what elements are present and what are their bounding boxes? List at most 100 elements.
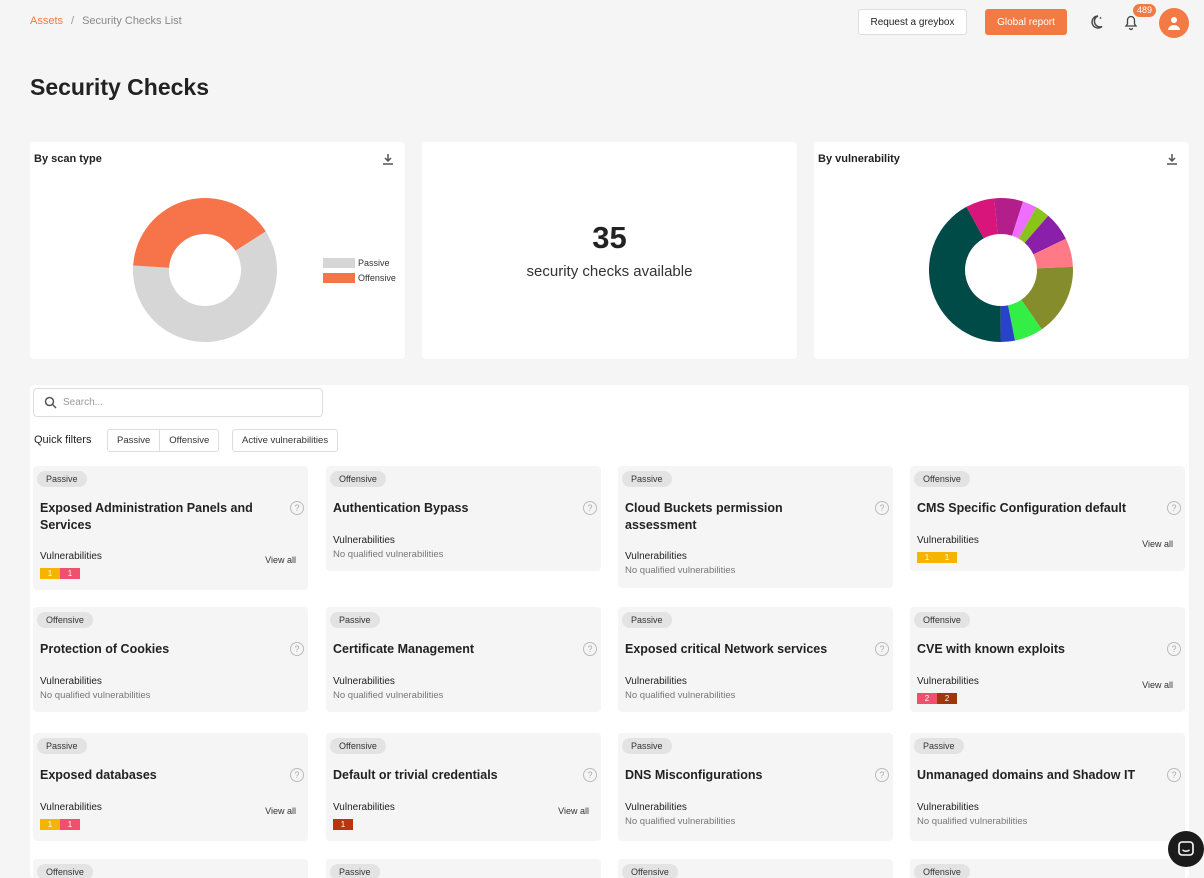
security-check-card[interactable]: Offensive CMS Specific Configuration defa… [910, 466, 1185, 571]
vulnerabilities-label: Vulnerabilities [917, 802, 979, 813]
quick-filters-group: Passive Offensive [107, 429, 220, 452]
card-title: Certificate Management [333, 642, 475, 656]
help-icon[interactable]: ? [290, 642, 304, 656]
scan-type-panel: By scan type Passive Offensive [30, 142, 405, 359]
security-check-card[interactable]: Offensive [33, 859, 308, 878]
checks-count-number: 35 [592, 220, 627, 255]
download-icon[interactable] [1165, 152, 1179, 166]
security-check-card[interactable]: Offensive Protection of Cookies? Vulnerabi… [33, 607, 308, 712]
search-box[interactable] [33, 388, 323, 417]
moon-icon[interactable] [1088, 13, 1104, 31]
security-check-card[interactable]: Passive Unmanaged domains and Shadow IT? V… [910, 733, 1185, 841]
no-qualified-vulnerabilities: No qualified vulnerabilities [333, 549, 444, 560]
security-check-card[interactable]: Offensive CVE with known exploits? Vulnera… [910, 607, 1185, 712]
scan-type-tag: Passive [622, 471, 672, 487]
vulnerability-donut-chart [929, 198, 1073, 342]
severity-badge: 2 [917, 693, 937, 704]
scan-type-tag: Passive [622, 738, 672, 754]
page-title: Security Checks [30, 74, 209, 100]
vulnerability-title: By vulnerability [818, 153, 900, 165]
vulnerability-badges: 11 [40, 568, 80, 579]
severity-badge: 1 [60, 568, 80, 579]
filter-active-vulnerabilities-button[interactable]: Active vulnerabilities [232, 429, 339, 452]
vulnerabilities-label: Vulnerabilities [40, 551, 102, 562]
security-check-card[interactable]: Offensive [910, 859, 1185, 878]
security-check-card[interactable]: Offensive [618, 859, 893, 878]
global-report-button[interactable]: Global report [985, 9, 1067, 35]
user-icon [1168, 17, 1180, 30]
scan-type-tag: Offensive [622, 864, 678, 878]
scan-type-title: By scan type [34, 153, 102, 165]
severity-badge: 1 [917, 552, 937, 563]
help-icon[interactable]: ? [583, 642, 597, 656]
view-all-link[interactable]: View all [265, 806, 296, 816]
security-check-card[interactable]: Passive Certificate Management? Vulnerabil… [326, 607, 601, 712]
avatar[interactable] [1159, 8, 1189, 38]
help-icon[interactable]: ? [583, 768, 597, 782]
vulnerability-badges: 11 [917, 552, 957, 563]
chat-button[interactable] [1168, 831, 1204, 867]
security-check-card[interactable]: Passive Exposed Administration Panels and… [33, 466, 308, 590]
search-input[interactable] [63, 397, 283, 408]
help-icon[interactable]: ? [290, 501, 304, 515]
security-check-card[interactable]: Offensive Default or trivial credentials?… [326, 733, 601, 841]
vulnerabilities-label: Vulnerabilities [917, 676, 979, 687]
help-icon[interactable]: ? [290, 768, 304, 782]
no-qualified-vulnerabilities: No qualified vulnerabilities [625, 565, 736, 576]
scan-type-legend: Passive Offensive [323, 255, 396, 285]
vulnerability-badges: 11 [40, 819, 80, 830]
breadcrumb: Assets / Security Checks List [30, 15, 182, 27]
vulnerability-badges: 22 [917, 693, 957, 704]
breadcrumb-current: Security Checks List [82, 15, 182, 27]
scan-type-tag: Passive [914, 738, 964, 754]
security-check-card[interactable]: Passive [326, 859, 601, 878]
download-icon[interactable] [381, 152, 395, 166]
no-qualified-vulnerabilities: No qualified vulnerabilities [917, 816, 1028, 827]
help-icon[interactable]: ? [875, 768, 889, 782]
security-check-card[interactable]: Passive Cloud Buckets permission assessme… [618, 466, 893, 588]
card-title: CMS Specific Configuration default [917, 501, 1127, 515]
scan-type-tag: Offensive [914, 864, 970, 878]
card-title: CVE with known exploits [917, 642, 1065, 656]
vulnerabilities-label: Vulnerabilities [333, 802, 395, 813]
scan-type-tag: Offensive [330, 471, 386, 487]
view-all-link[interactable]: View all [1142, 539, 1173, 549]
severity-badge: 1 [40, 568, 60, 579]
scan-type-tag: Offensive [914, 471, 970, 487]
vulnerabilities-label: Vulnerabilities [917, 535, 979, 546]
severity-badge: 1 [60, 819, 80, 830]
vulnerability-panel: By vulnerability [814, 142, 1189, 359]
chat-icon [1178, 841, 1194, 856]
view-all-link[interactable]: View all [1142, 680, 1173, 690]
security-check-card[interactable]: Offensive Authentication Bypass? Vulnerabi… [326, 466, 601, 571]
help-icon[interactable]: ? [875, 501, 889, 515]
filter-offensive-button[interactable]: Offensive [159, 430, 218, 451]
quick-filters-label: Quick filters [34, 434, 92, 446]
security-check-card[interactable]: Passive DNS Misconfigurations? Vulnerabili… [618, 733, 893, 841]
help-icon[interactable]: ? [875, 642, 889, 656]
view-all-link[interactable]: View all [558, 806, 589, 816]
request-greybox-button[interactable]: Request a greybox [858, 9, 967, 35]
help-icon[interactable]: ? [583, 501, 597, 515]
card-title: Unmanaged domains and Shadow IT [917, 768, 1136, 782]
card-title: Exposed critical Network services [625, 642, 828, 656]
scan-type-tag: Offensive [37, 864, 93, 878]
legend-item-passive[interactable]: Passive [323, 255, 396, 270]
security-check-card[interactable]: Passive Exposed databases? Vulnerabilities… [33, 733, 308, 841]
view-all-link[interactable]: View all [265, 555, 296, 565]
help-icon[interactable]: ? [1167, 501, 1181, 515]
help-icon[interactable]: ? [1167, 768, 1181, 782]
checks-count-panel: 35 security checks available [422, 142, 797, 359]
vulnerability-badges: 1 [333, 819, 353, 830]
help-icon[interactable]: ? [1167, 642, 1181, 656]
breadcrumb-assets-link[interactable]: Assets [30, 15, 63, 27]
card-title: Authentication Bypass [333, 501, 469, 515]
security-check-card[interactable]: Passive Exposed critical Network services… [618, 607, 893, 712]
vulnerabilities-label: Vulnerabilities [333, 535, 395, 546]
no-qualified-vulnerabilities: No qualified vulnerabilities [40, 690, 151, 701]
filter-passive-button[interactable]: Passive [108, 430, 159, 451]
card-title: Default or trivial credentials [333, 768, 498, 782]
security-checks-list: Quick filters Passive Offensive Active v… [30, 385, 1189, 878]
legend-item-offensive[interactable]: Offensive [323, 270, 396, 285]
vulnerabilities-label: Vulnerabilities [40, 802, 102, 813]
